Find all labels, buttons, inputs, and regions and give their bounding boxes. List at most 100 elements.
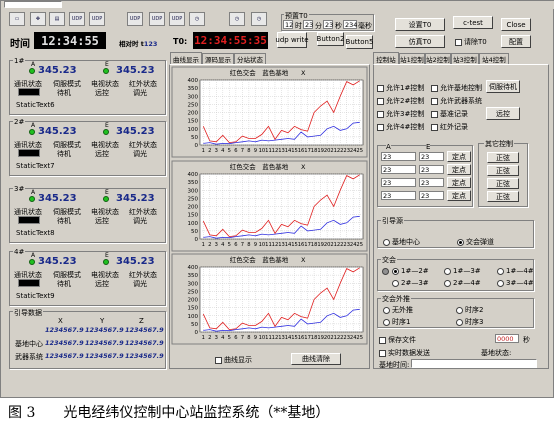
udp-icon-5[interactable]: UDP [169, 12, 185, 26]
control-checkbox-2[interactable]: 允许2#控制 [377, 96, 424, 106]
c-test-button[interactable]: c-test [453, 16, 493, 29]
preset-minute-field[interactable]: 23 [303, 20, 313, 29]
meet-option-4[interactable]: 2#—4# [444, 279, 481, 287]
sine-button-3[interactable]: 正弦 [487, 191, 519, 202]
unit-a-label: A [31, 189, 36, 196]
ae-a-field[interactable]: 23 [381, 165, 416, 174]
ae-e-field[interactable]: 23 [419, 191, 444, 200]
preset-ms-field[interactable]: 234 [343, 20, 357, 29]
tab-source-display[interactable]: 源码显示 [202, 53, 234, 64]
servo-standby-button[interactable]: 伺服待机 [486, 80, 520, 93]
unit-static-text: StaticText8 [16, 229, 55, 237]
sine-button-1[interactable]: 正弦 [487, 165, 519, 176]
move-icon[interactable]: ✥ [30, 12, 46, 26]
x-tick-label: 7 [241, 148, 244, 154]
right-tab-4[interactable]: 站4控制 [479, 53, 509, 64]
button2[interactable]: Button2 [317, 32, 344, 46]
button5[interactable]: Button5 [346, 35, 373, 49]
close-button[interactable]: Close [501, 18, 531, 31]
radio-dot[interactable] [392, 267, 399, 275]
save-seconds-field[interactable]: 0000 [495, 334, 519, 343]
udp-send-icon[interactable]: ▭ [9, 12, 25, 26]
radio-dot[interactable] [497, 279, 504, 287]
save-file-checkbox[interactable]: 保存文件 [379, 335, 416, 345]
guide-source-title: 引导源 [381, 216, 404, 226]
simulate-t0-button[interactable]: 仿真T0 [395, 35, 445, 48]
tab-station-status[interactable]: 分站状态 [234, 53, 266, 64]
curve-display-checkbox[interactable]: 曲线显示 [215, 355, 252, 365]
guide-value: 1234567.9 [85, 352, 124, 360]
y-tick-label: 150 [188, 119, 199, 125]
radio-dot[interactable] [497, 267, 504, 275]
ext-none[interactable]: 无外推 [383, 305, 413, 315]
unit-e-value: 345.23 [116, 65, 155, 76]
control-checkbox-4[interactable]: 允许3#控制 [377, 109, 424, 119]
right-tab-1[interactable]: 站1控制 [399, 53, 425, 64]
checkbox-box[interactable] [431, 97, 438, 105]
checkbox-box[interactable] [431, 123, 438, 131]
control-checkbox-7[interactable]: 红外记录 [431, 122, 468, 132]
ae-a-field[interactable]: 23 [381, 191, 416, 200]
window-icon[interactable]: ▤ [49, 12, 65, 26]
right-tab-3[interactable]: 站3控制 [451, 53, 479, 64]
unit-static-text: StaticText7 [16, 162, 55, 170]
unit-status-value: 待机 [57, 89, 71, 97]
checkbox-box[interactable] [431, 110, 438, 118]
set-t0-button[interactable]: 设置T0 [395, 18, 445, 31]
point-button[interactable]: 定点 [447, 164, 471, 175]
ae-e-field[interactable]: 23 [419, 165, 444, 174]
curve-clear-button[interactable]: 曲线清除 [291, 353, 341, 365]
udp-write-button[interactable]: udp write [275, 32, 309, 48]
checkbox-box[interactable] [377, 110, 384, 118]
checkbox-box[interactable] [377, 84, 384, 92]
meet-option-1[interactable]: 1#—3# [444, 267, 481, 275]
checkbox-box[interactable] [431, 84, 438, 92]
checkbox-box[interactable] [377, 123, 384, 131]
right-tab-2[interactable]: 站2控制 [425, 53, 451, 64]
udp-icon-3[interactable]: UDP [127, 12, 143, 26]
config-button[interactable]: 配置 [501, 35, 531, 48]
udp-icon-2[interactable]: UDP [89, 12, 105, 26]
remote-button[interactable]: 远控 [486, 107, 520, 120]
radio-dot[interactable] [444, 267, 451, 275]
radio-dot[interactable] [444, 279, 451, 287]
ext-seq3[interactable]: 时序3 [456, 317, 483, 327]
point-button[interactable]: 定点 [447, 151, 471, 162]
ext-seq1[interactable]: 时序1 [383, 317, 410, 327]
sine-button-2[interactable]: 正弦 [487, 178, 519, 189]
clear-t0-checkbox[interactable]: 请除T0 [455, 37, 487, 47]
preset-hour-field[interactable]: 12 [283, 20, 293, 29]
control-checkbox-6[interactable]: 允许4#控制 [377, 122, 424, 132]
point-button[interactable]: 定点 [447, 177, 471, 188]
right-tab-0[interactable]: 控制站 [373, 52, 399, 64]
ae-a-field[interactable]: 23 [381, 152, 416, 161]
guide-source-meet[interactable]: 交会弹道 [457, 237, 494, 247]
udp-icon-1[interactable]: UDP [69, 12, 85, 26]
control-checkbox-0[interactable]: 允许1#控制 [377, 83, 424, 93]
clock-icon-3[interactable]: ◷ [251, 12, 267, 26]
ae-e-field[interactable]: 23 [419, 152, 444, 161]
clock-icon-2[interactable]: ◷ [229, 12, 245, 26]
tab-curve-display[interactable]: 曲线显示 [170, 52, 202, 64]
control-checkbox-3[interactable]: 允许武器系统 [431, 96, 482, 106]
meet-option-5[interactable]: 3#—4# [497, 279, 534, 287]
radio-label: 2#—3# [401, 279, 429, 287]
control-checkbox-1[interactable]: 允许基地控制 [431, 83, 482, 93]
realtime-send-checkbox[interactable]: 实时数据发送 [379, 348, 430, 358]
clock-icon-1[interactable]: ◷ [189, 12, 205, 26]
ae-e-field[interactable]: 23 [419, 178, 444, 187]
control-checkbox-5[interactable]: 基准记录 [431, 109, 468, 119]
meet-option-0[interactable]: 1#—2# [392, 267, 429, 275]
udp-icon-4[interactable]: UDP [149, 12, 165, 26]
meet-option-3[interactable]: 2#—3# [392, 279, 429, 287]
ae-a-field[interactable]: 23 [381, 178, 416, 187]
meet-option-2[interactable]: 1#—4# [497, 267, 534, 275]
radio-dot[interactable] [392, 279, 399, 287]
ext-seq2[interactable]: 时序2 [456, 305, 483, 315]
point-button[interactable]: 定点 [447, 190, 471, 201]
guide-source-base[interactable]: 基地中心 [383, 237, 420, 247]
preset-second-field[interactable]: 23 [323, 20, 333, 29]
unit-a-led [29, 129, 35, 135]
checkbox-box[interactable] [377, 97, 384, 105]
sine-button-0[interactable]: 正弦 [487, 152, 519, 163]
